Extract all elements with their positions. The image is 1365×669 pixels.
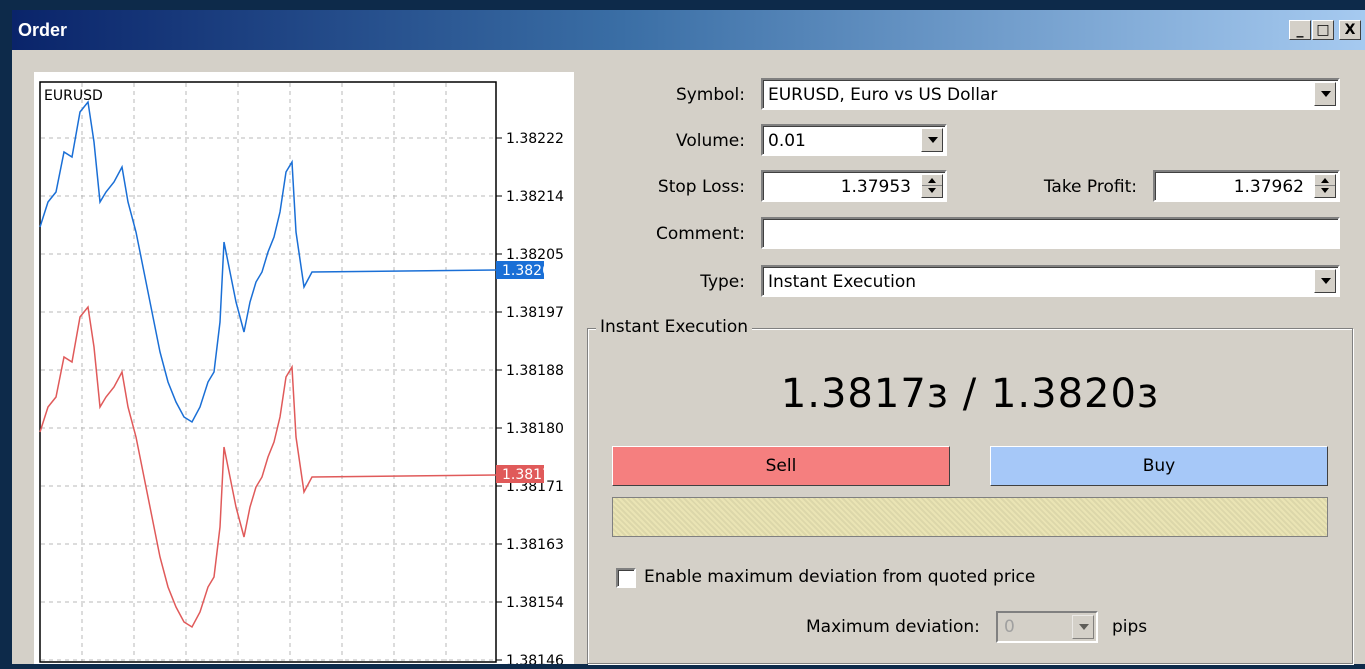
price-tick-label: 1.38146 xyxy=(506,653,564,664)
volume-select-value: 0.01 xyxy=(768,131,806,151)
price-tick-label: 1.38214 xyxy=(506,189,564,205)
bid-price-tag-label: 1.38173 xyxy=(502,467,560,483)
stoploss-spinner[interactable] xyxy=(921,174,943,198)
price-tick-label: 1.38163 xyxy=(506,537,564,553)
takeprofit-field[interactable]: 1.37962 xyxy=(1153,170,1340,202)
order-window: Order _ □ X EURUSD 1.38222 1.38214 1.38205… xyxy=(12,10,1365,669)
max-deviation-value: 0 xyxy=(1004,617,1015,637)
price-tick-label: 1.38205 xyxy=(506,247,564,263)
deviation-checkbox-label[interactable]: Enable maximum deviation from quoted pri… xyxy=(644,567,1035,587)
takeprofit-label: Take Profit: xyxy=(1043,177,1137,197)
price-chart-svg: EURUSD 1.38222 1.38214 1.38205 1.38197 1.381… xyxy=(39,81,564,669)
symbol-label: Symbol: xyxy=(675,85,745,105)
chart-frame xyxy=(39,81,497,663)
price-tick-label: 1.38180 xyxy=(506,421,564,437)
stoploss-value: 1.37953 xyxy=(840,177,911,197)
minimize-button[interactable]: _ xyxy=(1289,20,1311,40)
chart-symbol-label: EURUSD xyxy=(44,88,103,104)
ask-price-tag-label: 1.38203 xyxy=(502,263,560,279)
chevron-down-icon[interactable] xyxy=(1314,269,1336,293)
price-tick-label: 1.38222 xyxy=(506,131,564,147)
symbol-select[interactable]: EURUSD, Euro vs US Dollar xyxy=(761,78,1340,110)
takeprofit-spinner[interactable] xyxy=(1314,174,1336,198)
price-tick-label: 1.38197 xyxy=(506,305,564,321)
volume-label: Volume: xyxy=(676,131,745,151)
deviation-checkbox[interactable] xyxy=(616,568,636,588)
group-title: Instant Execution xyxy=(596,317,752,337)
takeprofit-value: 1.37962 xyxy=(1233,177,1304,197)
type-label: Type: xyxy=(700,272,745,292)
title-bar[interactable]: Order _ □ X xyxy=(12,10,1365,50)
chevron-down-icon[interactable] xyxy=(1314,82,1336,106)
stoploss-field[interactable]: 1.37953 xyxy=(761,170,947,202)
chevron-down-icon[interactable] xyxy=(921,128,943,152)
bid-ask-quote: 1.3817з / 1.3820з xyxy=(780,371,1160,417)
volume-select[interactable]: 0.01 xyxy=(761,124,947,156)
price-tick-label: 1.38154 xyxy=(506,595,564,611)
close-button[interactable]: X xyxy=(1339,20,1361,40)
type-select[interactable]: Instant Execution xyxy=(761,265,1340,297)
stoploss-label: Stop Loss: xyxy=(657,177,745,197)
price-axis: 1.38222 1.38214 1.38205 1.38197 1.38188 1.381… xyxy=(496,131,564,669)
comment-field[interactable] xyxy=(761,217,1340,249)
execution-progress-bar xyxy=(612,497,1328,537)
sell-button[interactable]: Sell xyxy=(612,446,950,486)
chevron-down-icon xyxy=(1072,615,1094,639)
buy-button[interactable]: Buy xyxy=(990,446,1328,486)
symbol-select-value: EURUSD, Euro vs US Dollar xyxy=(768,85,998,105)
price-chart: EURUSD 1.38222 1.38214 1.38205 1.38197 1.381… xyxy=(34,72,574,669)
max-deviation-select: 0 xyxy=(996,611,1098,643)
pips-label: pips xyxy=(1112,617,1148,637)
window-title: Order xyxy=(18,20,68,40)
maximize-button[interactable]: □ xyxy=(1312,20,1334,40)
comment-label: Comment: xyxy=(655,224,745,244)
max-deviation-label: Maximum deviation: xyxy=(806,617,980,637)
price-tick-label: 1.38188 xyxy=(506,363,564,379)
instant-execution-group: Instant Execution 1.3817з / 1.3820з Sell… xyxy=(587,317,1353,664)
type-select-value: Instant Execution xyxy=(768,272,916,292)
